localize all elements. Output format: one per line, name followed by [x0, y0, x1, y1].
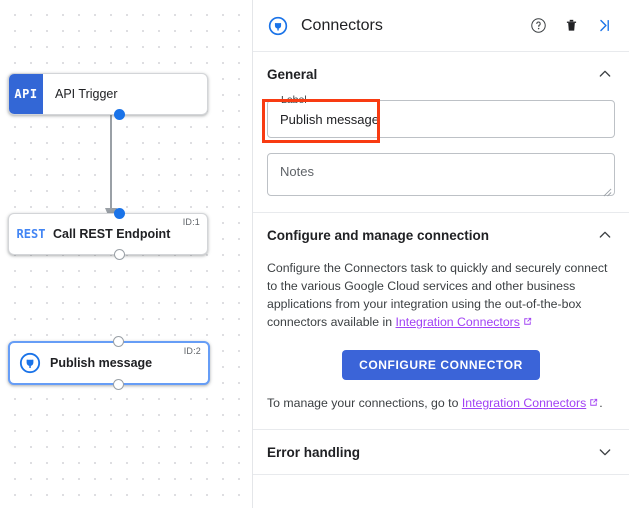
port-publish-input[interactable] [113, 336, 124, 347]
help-icon[interactable] [526, 14, 550, 38]
chevron-up-icon[interactable] [595, 225, 615, 245]
node-publish-message-body: Publish message ID:2 [10, 343, 208, 383]
section-general-header[interactable]: General [267, 52, 615, 96]
workflow-canvas[interactable]: API API Trigger REST Call REST Endpoint … [0, 0, 252, 508]
notes-resize-handle[interactable] [603, 184, 612, 197]
node-api-trigger-body: API API Trigger [9, 74, 207, 114]
port-publish-output[interactable] [113, 379, 124, 390]
section-error-handling-header[interactable]: Error handling [267, 430, 615, 474]
section-general: General Label Publish message Notes [253, 52, 629, 212]
rest-badge: REST [16, 227, 46, 241]
collapse-panel-icon[interactable] [592, 14, 616, 38]
connector-plug-icon [267, 15, 289, 37]
chevron-up-icon[interactable] [595, 64, 615, 84]
label-field-label: Label [277, 94, 311, 106]
label-field-value: Publish message [280, 111, 379, 127]
configure-connector-button[interactable]: CONFIGURE CONNECTOR [342, 350, 540, 380]
panel-title: Connectors [301, 16, 383, 34]
external-link-icon[interactable] [522, 314, 533, 332]
port-rest-input[interactable] [114, 208, 125, 219]
label-field[interactable]: Label Publish message [267, 94, 615, 138]
node-publish-message-id: ID:2 [183, 346, 201, 356]
integration-connectors-link[interactable]: Integration Connectors [396, 315, 520, 329]
node-publish-message-label: Publish message [50, 356, 153, 370]
node-api-trigger[interactable]: API API Trigger [8, 73, 208, 120]
notes-input[interactable]: Notes [267, 153, 615, 197]
section-configure-connection: Configure and manage connection Configur… [253, 213, 629, 411]
section-configure-header[interactable]: Configure and manage connection [267, 213, 615, 257]
section-error-handling-title: Error handling [267, 444, 361, 460]
node-call-rest-endpoint-id: ID:1 [182, 217, 200, 227]
node-api-trigger-label: API Trigger [55, 87, 118, 101]
node-publish-message[interactable]: Publish message ID:2 [8, 336, 210, 390]
integration-connectors-link-2[interactable]: Integration Connectors [462, 396, 586, 410]
panel-header: Connectors [253, 0, 629, 52]
divider-error-bottom [253, 474, 629, 475]
node-call-rest-endpoint-label: Call REST Endpoint [53, 227, 171, 241]
node-call-rest-endpoint[interactable]: REST Call REST Endpoint ID:1 [8, 208, 208, 260]
label-input[interactable]: Label Publish message [267, 94, 615, 138]
notes-placeholder: Notes [280, 164, 314, 179]
delete-icon[interactable] [559, 14, 583, 38]
configure-connector-button-row: CONFIGURE CONNECTOR [267, 350, 615, 380]
configure-description: Configure the Connectors task to quickly… [267, 259, 615, 332]
connector-plug-icon [10, 352, 50, 374]
manage-connections-line: To manage your connections, go to Integr… [267, 396, 615, 411]
node-call-rest-endpoint-body: REST Call REST Endpoint ID:1 [9, 214, 207, 254]
chevron-down-icon[interactable] [595, 442, 615, 462]
port-rest-output[interactable] [114, 249, 125, 260]
section-general-title: General [267, 66, 318, 82]
manage-connections-text: To manage your connections, go to [267, 396, 462, 410]
section-error-handling: Error handling [253, 430, 629, 474]
connectors-side-panel: Connectors General Label Publish message… [252, 0, 629, 508]
api-badge: API [9, 74, 43, 114]
port-api-trigger-output[interactable] [114, 109, 125, 120]
section-configure-title: Configure and manage connection [267, 227, 490, 243]
external-link-icon[interactable] [588, 397, 599, 411]
manage-connections-suffix: . [599, 396, 603, 410]
